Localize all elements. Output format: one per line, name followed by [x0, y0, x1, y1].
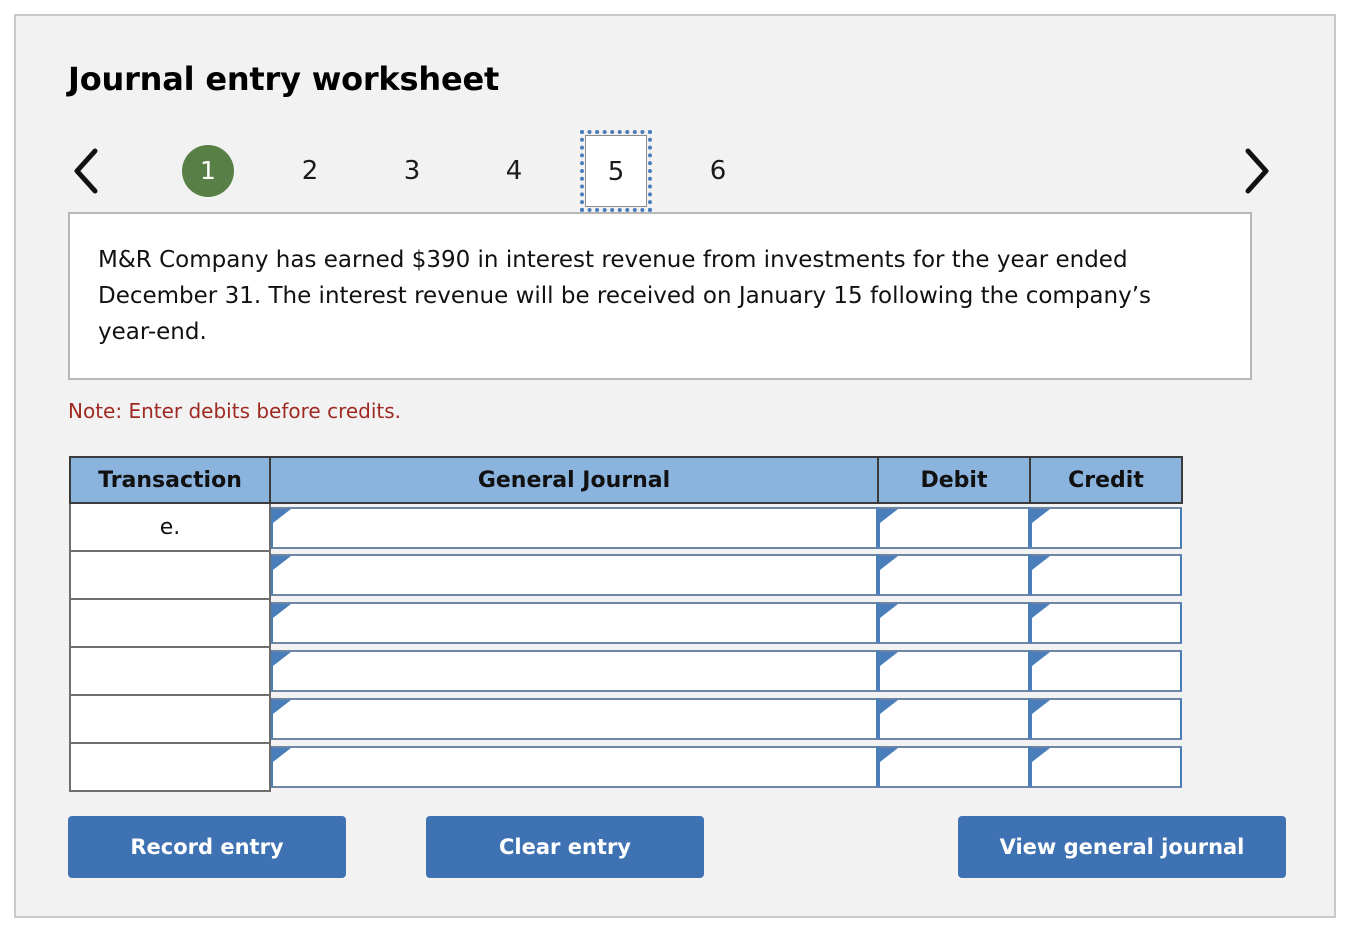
general-journal-input-6[interactable] — [270, 743, 878, 791]
transaction-label-cell-5 — [69, 694, 271, 744]
debit-value-4 — [894, 652, 1022, 690]
journal-entry-worksheet-panel: Journal entry worksheet 1 2 3 4 5 6 M&R … — [14, 14, 1336, 918]
general-journal-value-1 — [287, 509, 870, 547]
table-row — [69, 598, 1182, 648]
debit-input-5[interactable] — [878, 695, 1030, 743]
general-journal-input-2[interactable] — [270, 551, 878, 599]
general-journal-input-4[interactable] — [270, 647, 878, 695]
worksheet-pager: 1 2 3 4 5 6 — [16, 121, 1334, 221]
pager-tab-1[interactable]: 1 — [182, 145, 234, 197]
general-journal-value-4 — [287, 652, 870, 690]
debit-input-4[interactable] — [878, 647, 1030, 695]
pager-tab-4[interactable]: 4 — [488, 145, 540, 197]
credit-value-1 — [1046, 509, 1174, 547]
page-title: Journal entry worksheet — [68, 60, 500, 98]
debit-input-2[interactable] — [878, 551, 1030, 599]
debits-before-credits-note: Note: Enter debits before credits. — [68, 399, 402, 423]
debit-value-3 — [894, 604, 1022, 642]
general-journal-input-5[interactable] — [270, 695, 878, 743]
debit-value-1 — [894, 509, 1022, 547]
previous-arrow-icon[interactable] — [68, 143, 108, 199]
table-row — [69, 646, 1182, 696]
journal-entry-table: Transaction General Journal Debit Credit… — [69, 456, 1183, 792]
table-row — [69, 742, 1182, 792]
table-row — [69, 550, 1182, 600]
credit-input-1[interactable] — [1030, 503, 1182, 551]
pager-tab-6-label: 6 — [709, 156, 727, 186]
general-journal-value-2 — [287, 556, 870, 594]
general-journal-value-6 — [287, 748, 870, 786]
credit-input-4[interactable] — [1030, 647, 1182, 695]
credit-value-5 — [1046, 700, 1174, 738]
table-row: e. — [69, 502, 1182, 552]
transaction-label-cell-2 — [69, 550, 271, 600]
column-header-transaction: Transaction — [69, 456, 271, 504]
transaction-label-cell-1: e. — [69, 502, 271, 552]
credit-input-6[interactable] — [1030, 743, 1182, 791]
column-header-credit: Credit — [1029, 456, 1183, 504]
view-general-journal-button[interactable]: View general journal — [958, 816, 1286, 878]
credit-value-6 — [1046, 748, 1174, 786]
general-journal-value-5 — [287, 700, 870, 738]
debit-value-2 — [894, 556, 1022, 594]
pager-tab-4-label: 4 — [505, 156, 523, 186]
credit-value-2 — [1046, 556, 1174, 594]
transaction-label-cell-4 — [69, 646, 271, 696]
question-prompt-box: M&R Company has earned $390 in interest … — [68, 212, 1252, 380]
debit-input-3[interactable] — [878, 599, 1030, 647]
pager-tab-5-label: 5 — [607, 157, 625, 187]
general-journal-input-3[interactable] — [270, 599, 878, 647]
credit-input-5[interactable] — [1030, 695, 1182, 743]
pager-tab-2[interactable]: 2 — [284, 145, 336, 197]
next-arrow-icon[interactable] — [1235, 143, 1275, 199]
pager-tab-3-label: 3 — [403, 156, 421, 186]
credit-value-4 — [1046, 652, 1174, 690]
general-journal-value-3 — [287, 604, 870, 642]
debit-input-6[interactable] — [878, 743, 1030, 791]
table-header-row: Transaction General Journal Debit Credit — [69, 456, 1183, 504]
column-header-debit: Debit — [877, 456, 1031, 504]
credit-input-2[interactable] — [1030, 551, 1182, 599]
credit-input-3[interactable] — [1030, 599, 1182, 647]
general-journal-input-1[interactable] — [270, 503, 878, 551]
transaction-label-cell-3 — [69, 598, 271, 648]
clear-entry-button[interactable]: Clear entry — [426, 816, 704, 878]
debit-value-6 — [894, 748, 1022, 786]
record-entry-button[interactable]: Record entry — [68, 816, 346, 878]
debit-input-1[interactable] — [878, 503, 1030, 551]
pager-tab-3[interactable]: 3 — [386, 145, 438, 197]
pager-tab-6[interactable]: 6 — [692, 145, 744, 197]
transaction-label-cell-6 — [69, 742, 271, 792]
table-row — [69, 694, 1182, 744]
pager-tab-1-label: 1 — [200, 156, 216, 185]
debit-value-5 — [894, 700, 1022, 738]
credit-value-3 — [1046, 604, 1174, 642]
pager-tab-2-label: 2 — [301, 156, 319, 186]
pager-tab-5[interactable]: 5 — [580, 130, 652, 212]
question-text: M&R Company has earned $390 in interest … — [98, 247, 1152, 345]
column-header-general-journal: General Journal — [269, 456, 879, 504]
